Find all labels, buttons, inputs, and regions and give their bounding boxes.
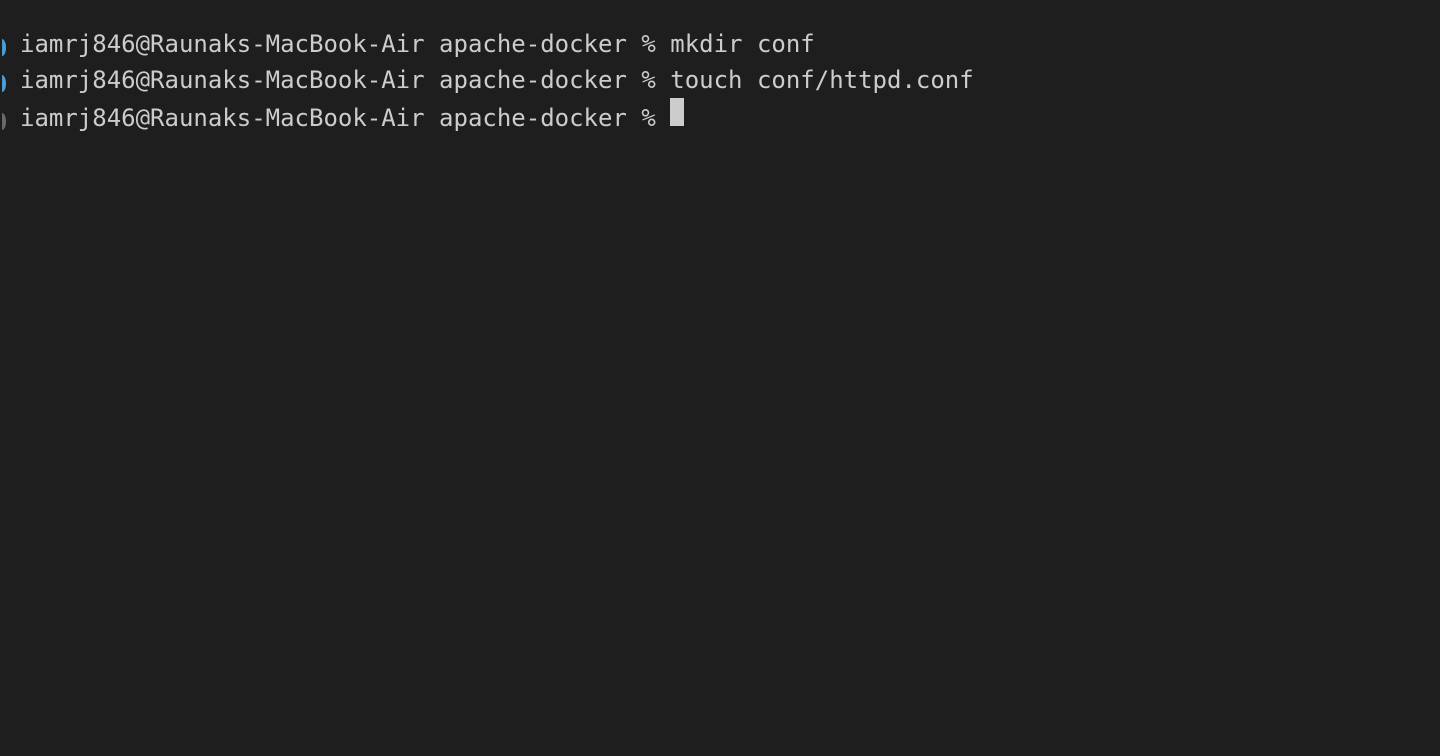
prompt-host: Raunaks-MacBook-Air xyxy=(150,62,425,98)
prompt-at: @ xyxy=(136,62,150,98)
prompt-arrow-icon: ◗ xyxy=(0,104,20,137)
terminal-cursor xyxy=(670,98,684,126)
terminal-area[interactable]: ◗ iamrj846@Raunaks-MacBook-Air apache-do… xyxy=(0,26,1440,134)
prompt-cwd: apache-docker xyxy=(439,62,627,98)
prompt-arrow-icon: ◗ xyxy=(0,30,20,63)
prompt-separator: % xyxy=(641,100,655,136)
prompt-arrow-icon: ◗ xyxy=(0,66,20,99)
prompt-user: iamrj846 xyxy=(20,26,136,62)
prompt-separator: % xyxy=(641,26,655,62)
terminal-command: touch conf/httpd.conf xyxy=(670,62,973,98)
prompt-host: Raunaks-MacBook-Air xyxy=(150,26,425,62)
prompt-host: Raunaks-MacBook-Air xyxy=(150,100,425,136)
terminal-line: ◗ iamrj846@Raunaks-MacBook-Air apache-do… xyxy=(0,62,1440,98)
prompt-at: @ xyxy=(136,26,150,62)
prompt-cwd: apache-docker xyxy=(439,26,627,62)
prompt-at: @ xyxy=(136,100,150,136)
prompt-user: iamrj846 xyxy=(20,62,136,98)
prompt-cwd: apache-docker xyxy=(439,100,627,136)
terminal-command: mkdir conf xyxy=(670,26,815,62)
prompt-user: iamrj846 xyxy=(20,100,136,136)
prompt-separator: % xyxy=(641,62,655,98)
terminal-line: ◗ iamrj846@Raunaks-MacBook-Air apache-do… xyxy=(0,26,1440,62)
terminal-line[interactable]: ◗ iamrj846@Raunaks-MacBook-Air apache-do… xyxy=(0,98,1440,134)
